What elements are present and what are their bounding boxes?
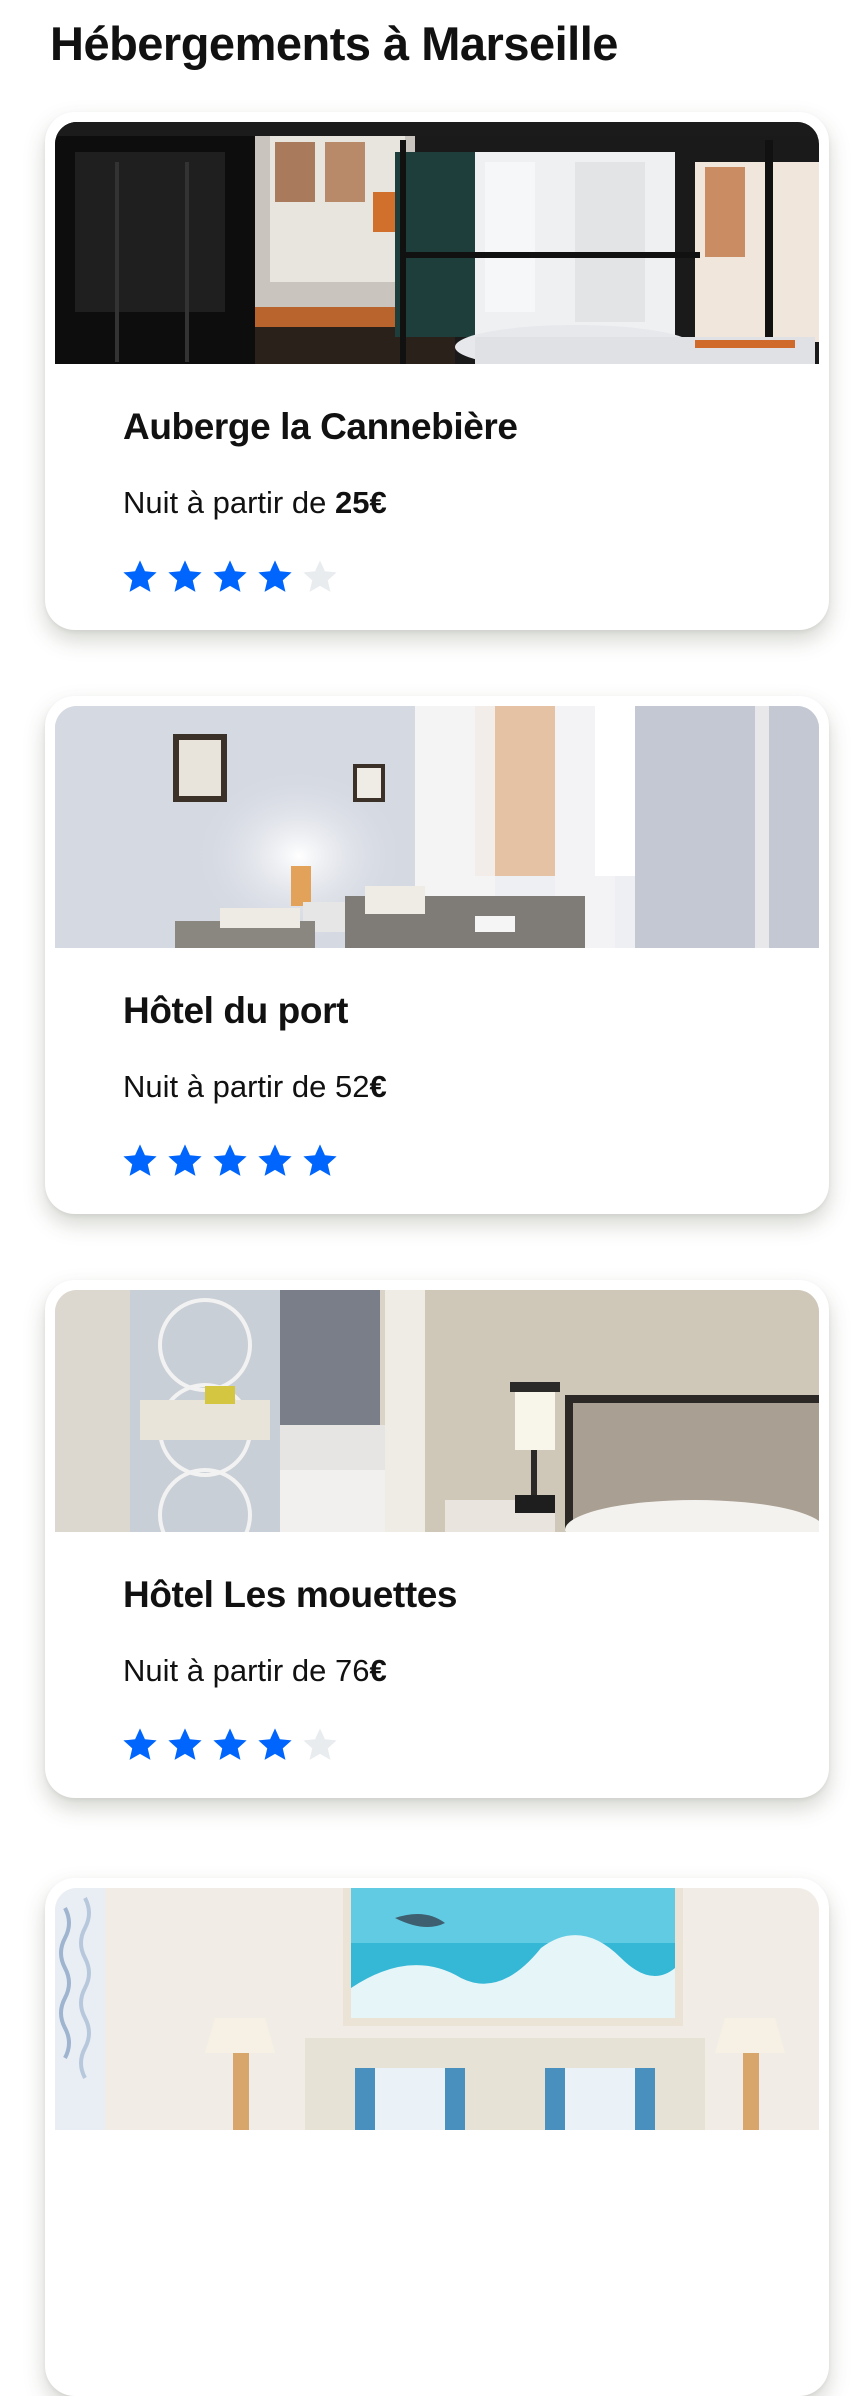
price-currency: €: [369, 1653, 387, 1688]
star-icon: [123, 1728, 157, 1760]
price-amount: 25: [334, 485, 370, 520]
listing-price: Nuit à partir de 76€: [123, 1650, 387, 1692]
price-currency: €: [369, 1069, 387, 1104]
star-empty-icon: [303, 560, 337, 592]
star-icon: [168, 1728, 202, 1760]
listing-card[interactable]: Auberge la Cannebière Nuit à partir de 2…: [45, 112, 829, 630]
star-icon: [213, 560, 247, 592]
star-icon: [213, 1144, 247, 1176]
listing-card[interactable]: Hôtel Les mouettes Nuit à partir de 76€: [45, 1280, 829, 1798]
star-icon: [213, 1728, 247, 1760]
listing-name[interactable]: Auberge la Cannebière: [123, 404, 518, 450]
price-prefix: Nuit à partir de: [123, 485, 327, 520]
listing-price: Nuit à partir de 52€: [123, 1066, 387, 1108]
star-icon: [168, 560, 202, 592]
price-amount: 52: [334, 1069, 370, 1104]
star-icon: [258, 560, 292, 592]
page-title: Hébergements à Marseille: [50, 17, 618, 70]
star-icon: [123, 1144, 157, 1176]
price-prefix: Nuit à partir de: [123, 1069, 327, 1104]
price-amount: 76: [334, 1653, 370, 1688]
price-currency: €: [369, 485, 387, 520]
listing-card[interactable]: Hôtel du port Nuit à partir de 52€: [45, 696, 829, 1214]
star-icon: [258, 1728, 292, 1760]
hostel-dorm-bunk-beds-photo: [55, 122, 819, 364]
star-icon: [123, 560, 157, 592]
hotel-room-wave-painting-photo: [55, 1888, 819, 2130]
star-rating: [121, 1726, 339, 1766]
star-empty-icon: [303, 1728, 337, 1760]
price-prefix: Nuit à partir de: [123, 1653, 327, 1688]
listing-name[interactable]: Hôtel Les mouettes: [123, 1572, 457, 1618]
listing-name[interactable]: Hôtel du port: [123, 988, 348, 1034]
listing-price: Nuit à partir de 25€: [123, 482, 387, 524]
hotel-twin-room-window-photo: [55, 706, 819, 948]
star-rating: [121, 1142, 339, 1182]
star-icon: [303, 1144, 337, 1176]
listing-card[interactable]: [45, 1878, 829, 2396]
star-icon: [258, 1144, 292, 1176]
star-rating: [121, 558, 339, 598]
hotel-room-mirror-bed-photo: [55, 1290, 819, 1532]
star-icon: [168, 1144, 202, 1176]
